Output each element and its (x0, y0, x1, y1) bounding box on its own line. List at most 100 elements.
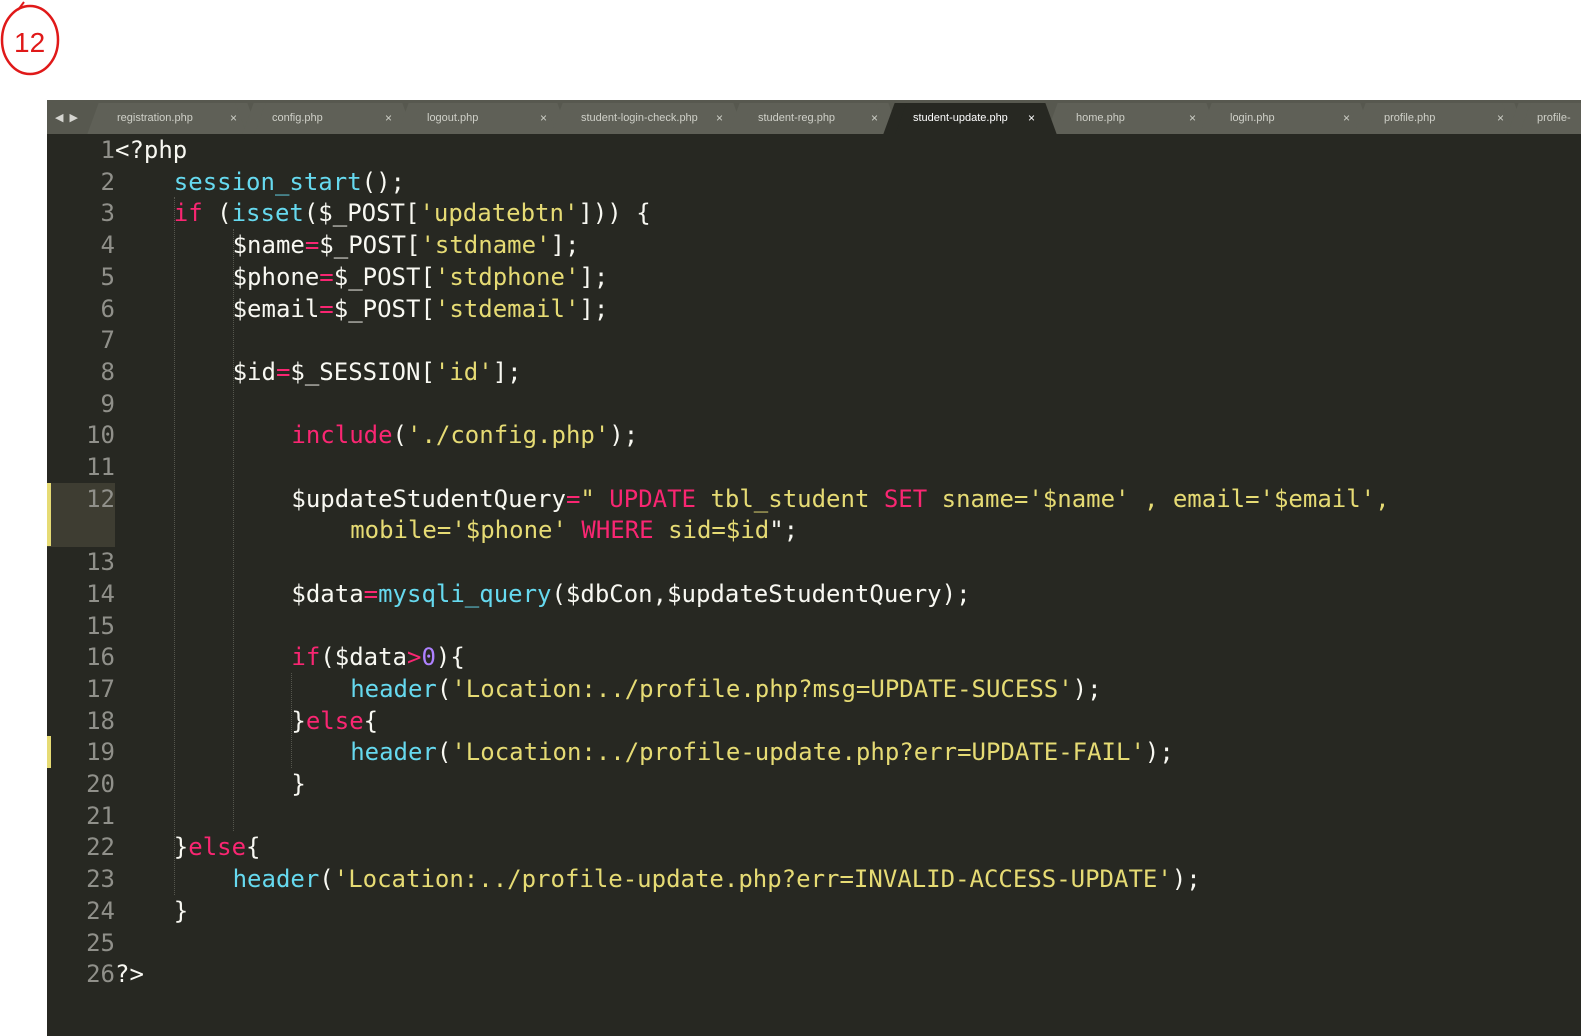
tab-close-icon[interactable]: × (1028, 103, 1035, 134)
tab-close-icon[interactable]: × (230, 103, 237, 134)
code-token: $_SESSION[ (290, 357, 435, 386)
code-token: 'Location:../profile.php?msg=UPDATE-SUCE… (451, 674, 1073, 703)
tab-close-icon[interactable]: × (716, 103, 723, 134)
tab-2[interactable]: logout.php × (409, 103, 557, 134)
code-token: 'Location:../profile-update.php?err=INVA… (333, 865, 1172, 894)
code-line[interactable]: header('Location:../profile-update.php?e… (115, 736, 1174, 768)
tab-0[interactable]: registration.php × (99, 103, 247, 134)
line-number: 8 (100, 357, 115, 386)
code-line[interactable]: session_start(); (115, 166, 405, 198)
code-line[interactable]: $phone=$_POST['stdphone']; (115, 261, 609, 293)
line-number: 10 (86, 421, 115, 450)
code-token: $_POST[ (333, 262, 435, 291)
code-line[interactable]: if($data>0){ (115, 641, 464, 673)
code-token: ?> (115, 960, 144, 989)
code-line[interactable]: $updateStudentQuery=" UPDATE tbl_student… (115, 483, 1389, 515)
code-token: $_POST[ (333, 294, 435, 323)
tab-label: config.php (272, 112, 323, 124)
line-number: 24 (86, 896, 115, 925)
code-token: mysqli_query (378, 579, 552, 608)
code-token: ]; (579, 294, 609, 323)
code-token: 'stdphone' (434, 262, 580, 291)
tab-close-icon[interactable]: × (871, 103, 878, 134)
code-line[interactable]: $id=$_SESSION['id']; (115, 356, 522, 388)
tab-close-icon[interactable]: × (540, 103, 547, 134)
code-token: = (319, 294, 334, 323)
tab-4[interactable]: student-reg.php × (740, 103, 888, 134)
tab-5[interactable]: student-update.php × (895, 103, 1045, 134)
tab-close-icon[interactable]: × (1343, 103, 1350, 134)
line-number: 22 (86, 833, 115, 862)
tab-label: profile.php (1384, 112, 1436, 124)
code-line[interactable]: $data=mysqli_query($dbCon,$updateStudent… (115, 578, 971, 610)
tab-7[interactable]: login.php × (1212, 103, 1360, 134)
code-area[interactable]: 1 2 3 4 5 6 7 8 9 10 11 12 13 14 15 16 17 18 19 20 21 22 23 24 2… (47, 134, 1581, 1036)
tab-scroll-right-icon[interactable]: ▶ (69, 111, 77, 124)
tab-bar: ◀ ▶ registration.php × config.php × logout.p… (47, 100, 1581, 134)
code-token: ]; (492, 357, 522, 386)
code-line[interactable]: include('./config.php'); (115, 419, 638, 451)
code-token: ); (1144, 738, 1174, 767)
code-token: ($dbCon,$updateStudentQuery); (551, 579, 971, 608)
code-line[interactable]: } (115, 768, 305, 800)
tab-label: student-login-check.php (581, 112, 698, 124)
code-line[interactable]: ?> (115, 958, 144, 990)
tab-3[interactable]: student-login-check.php × (563, 103, 733, 134)
tab-close-icon[interactable]: × (1189, 103, 1196, 134)
code-token: <?php (115, 136, 188, 164)
code-token: } (291, 706, 306, 735)
code-token: ( (392, 421, 407, 450)
line-number: 17 (86, 674, 115, 703)
code-line[interactable]: $email=$_POST['stdemail']; (115, 293, 609, 325)
line-number: 18 (86, 706, 115, 735)
line-number: 4 (100, 231, 115, 260)
line-number (67, 514, 115, 546)
code-token: $email (232, 294, 320, 323)
code-line[interactable]: <?php (115, 134, 187, 166)
code-token: 'stdemail' (434, 294, 580, 323)
tab-9[interactable]: profile- (1519, 103, 1581, 134)
tab-1[interactable]: config.php × (254, 103, 402, 134)
line-number: 13 (86, 548, 115, 577)
code-token: = (565, 484, 581, 513)
line-number: 21 (86, 801, 115, 830)
code-line[interactable]: header('Location:../profile-update.php?e… (115, 863, 1201, 895)
code-token: 'Location:../profile-update.php?err=UPDA… (451, 738, 1145, 767)
code-token: else (188, 833, 247, 862)
line-number: 23 (86, 865, 115, 894)
code-line[interactable]: if (isset($_POST['updatebtn'])) { (115, 197, 651, 229)
tab-close-icon[interactable]: × (385, 103, 392, 134)
code-line[interactable]: }else{ (115, 705, 378, 737)
line-number: 11 (86, 453, 115, 481)
code-token: $id (232, 357, 276, 386)
code-line[interactable]: header('Location:../profile.php?msg=UPDA… (115, 673, 1101, 705)
code-line[interactable]: }else{ (115, 831, 261, 863)
code-token: tbl_student (696, 484, 884, 513)
annotation-text: 12 (14, 27, 45, 58)
code-token: ( (202, 199, 232, 228)
code-token: $_POST[ (319, 231, 421, 260)
handwritten-annotation-circle: 12 (0, 1, 60, 76)
code-token: ($_POST[ (303, 199, 420, 228)
tab-8[interactable]: profile.php × (1366, 103, 1514, 134)
code-token: mobile='$phone' (350, 516, 582, 545)
line-number: 3 (100, 199, 115, 228)
tab-6[interactable]: home.php × (1058, 103, 1206, 134)
line-number: 25 (86, 928, 115, 957)
tab-label: home.php (1076, 112, 1125, 124)
code-token: UPDATE (609, 484, 696, 513)
code-token: 'updatebtn' (419, 199, 579, 228)
code-line[interactable]: } (115, 895, 188, 927)
line-number: 15 (86, 611, 115, 640)
code-token: ( (319, 865, 334, 894)
code-line[interactable]: mobile='$phone' WHERE sid=$id"; (115, 514, 798, 546)
code-token: { (363, 706, 379, 735)
tab-close-icon[interactable]: × (1497, 103, 1504, 134)
line-number: 7 (100, 326, 115, 355)
tab-scroll-left-icon[interactable]: ◀ (55, 111, 63, 124)
tab-navigation: ◀ ▶ (55, 109, 87, 125)
code-token: session_start (173, 167, 362, 196)
code-token: ( (436, 738, 452, 767)
line-number: 14 (86, 579, 115, 608)
code-line[interactable]: $name=$_POST['stdname']; (115, 229, 580, 261)
